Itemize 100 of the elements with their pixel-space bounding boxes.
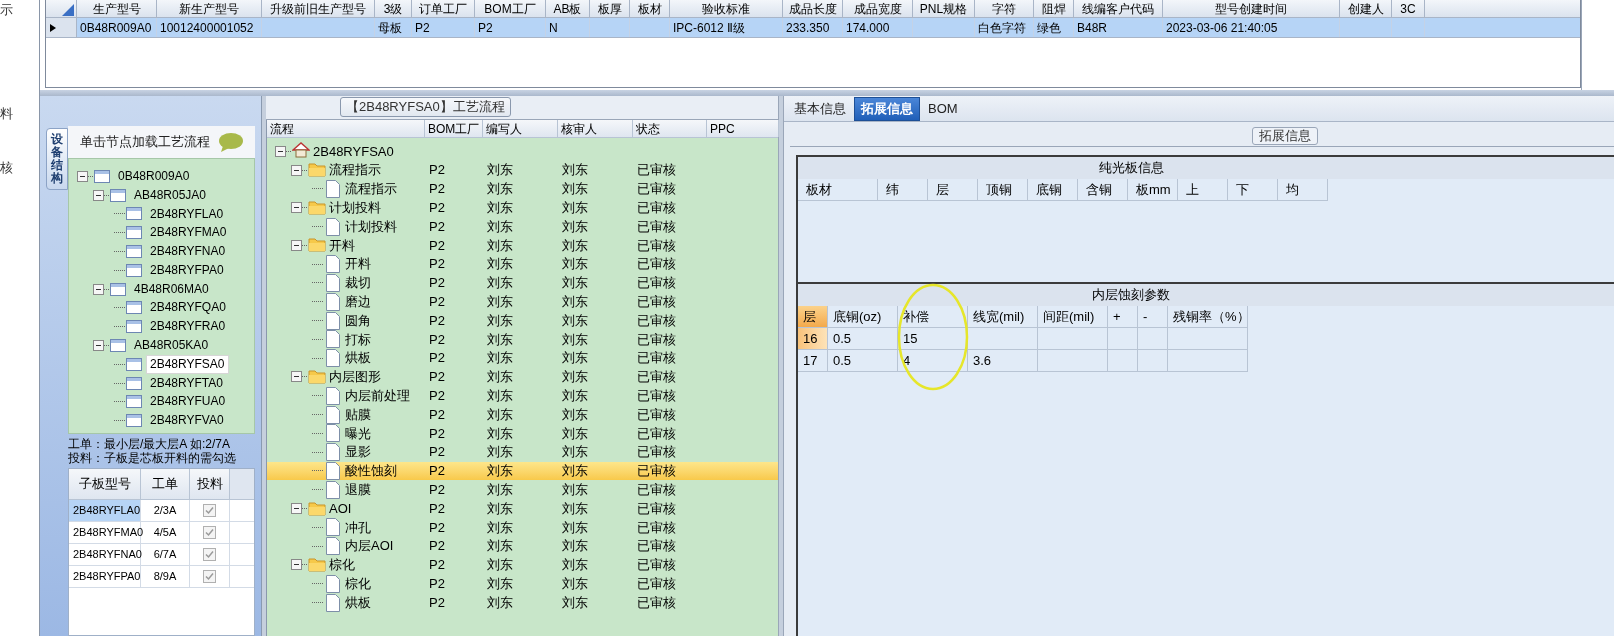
column-header[interactable]: 下 (1228, 179, 1278, 201)
column-header[interactable]: 成品宽度 (853, 0, 902, 17)
column-header[interactable]: 均 (1278, 179, 1328, 201)
column-header[interactable]: 工单 (141, 469, 190, 499)
column-header[interactable]: 板mm (1128, 179, 1178, 201)
column-header[interactable]: 底铜(oz) (828, 306, 898, 328)
tree-node[interactable]: 2B48RYFSA0 (146, 354, 229, 374)
column-header[interactable]: BOM工厂 (425, 120, 483, 137)
column-header[interactable]: AB板 (553, 0, 582, 17)
flow-row[interactable]: 计划投料 P2 刘东 刘东 已审核 (267, 198, 778, 218)
column-header[interactable]: PNL规格 (919, 0, 968, 17)
column-header[interactable]: 含铜 (1078, 179, 1128, 201)
column-header[interactable]: 底铜 (1028, 179, 1078, 201)
tree-node[interactable]: 0B48R009A0 (114, 166, 194, 186)
column-header[interactable]: 核审人 (558, 120, 633, 137)
column-header[interactable]: 间距(mil) (1038, 306, 1108, 328)
column-header[interactable]: - (1138, 306, 1168, 328)
column-header[interactable]: 状态 (633, 120, 707, 137)
tree-node[interactable]: 2B48RYFLA0 (146, 204, 228, 224)
column-header[interactable]: 字符 (992, 0, 1016, 17)
collapse-icon[interactable] (291, 239, 302, 251)
flow-row[interactable]: 2B48RYFSA0 (267, 142, 778, 161)
checkbox[interactable] (203, 504, 216, 517)
flow-row[interactable]: 开料 P2 刘东 刘东 已审核 (267, 236, 778, 255)
column-header[interactable]: 顶铜 (978, 179, 1028, 201)
flow-row[interactable]: 退膜 P2 刘东 刘东 已审核 (267, 480, 778, 500)
flow-row[interactable]: 贴膜 P2 刘东 刘东 已审核 (267, 405, 778, 424)
tree-node[interactable]: 2B48RYFTA0 (146, 373, 227, 393)
menu-label[interactable]: 示 (0, 0, 39, 20)
tree-node[interactable]: 4B48R06MA0 (130, 279, 213, 299)
menu-label[interactable]: 核 (0, 158, 39, 178)
column-header[interactable]: 3级 (383, 0, 403, 17)
flow-row[interactable]: 酸性蚀刻 P2 刘东 刘东 已审核 (267, 461, 778, 481)
flow-row[interactable]: 烘板 P2 刘东 刘东 已审核 (267, 593, 778, 612)
flow-row[interactable]: 曝光 P2 刘东 刘东 已审核 (267, 423, 778, 443)
column-header[interactable]: 订单工厂 (419, 0, 467, 17)
column-header[interactable]: 编写人 (483, 120, 558, 137)
column-header[interactable]: BOM工厂 (484, 0, 536, 17)
flow-row[interactable]: 裁切 P2 刘东 刘东 已审核 (267, 273, 778, 293)
tree-node[interactable]: 2B48RYFUA0 (146, 392, 230, 412)
column-header[interactable]: 线编客户代码 (1082, 0, 1154, 17)
checkbox[interactable] (203, 548, 216, 561)
collapse-icon[interactable] (93, 340, 104, 352)
flow-row[interactable]: 内层AOI P2 刘东 刘东 已审核 (267, 536, 778, 556)
tree-node[interactable]: AB48R05KA0 (130, 336, 213, 356)
menu-label[interactable]: 料 (0, 104, 39, 124)
column-header[interactable]: 成品长度 (788, 0, 837, 17)
collapse-icon[interactable] (291, 202, 302, 214)
column-header[interactable]: 残铜率（%） (1168, 306, 1248, 328)
tab[interactable]: 基本信息 (788, 97, 852, 121)
flow-row[interactable]: 内层前处理 P2 刘东 刘东 已审核 (267, 386, 778, 406)
column-header[interactable]: + (1108, 306, 1138, 328)
tree-node[interactable]: 2B48RYFVA0 (146, 411, 228, 431)
collapse-icon[interactable] (275, 145, 286, 157)
collapse-icon[interactable] (291, 559, 302, 571)
side-tab[interactable]: 设备结构 (46, 128, 68, 190)
column-header[interactable]: 阻焊 (1041, 0, 1066, 17)
flow-row[interactable]: 流程指示 P2 刘东 刘东 已审核 (267, 160, 778, 180)
collapse-icon[interactable] (291, 371, 302, 383)
column-header[interactable]: 子板型号 (69, 469, 141, 499)
column-header[interactable]: 纬 (878, 179, 928, 201)
collapse-icon[interactable] (291, 503, 302, 515)
flow-row[interactable]: 烘板 P2 刘东 刘东 已审核 (267, 348, 778, 368)
column-header[interactable]: 上 (1178, 179, 1228, 201)
collapse-icon[interactable] (93, 283, 104, 295)
column-header[interactable]: 创建人 (1347, 0, 1384, 17)
flow-row[interactable]: 棕化 P2 刘东 刘东 已审核 (267, 555, 778, 575)
flow-row[interactable]: 内层图形 P2 刘东 刘东 已审核 (267, 367, 778, 387)
column-header[interactable]: 补偿 (898, 306, 968, 328)
column-header[interactable]: 验收标准 (702, 0, 750, 17)
tree-node[interactable]: 2B48RYFMA0 (146, 223, 231, 243)
column-header[interactable]: 流程 (267, 120, 425, 137)
flow-row[interactable]: 打标 P2 刘东 刘东 已审核 (267, 329, 778, 349)
column-header[interactable]: 线宽(mil) (968, 306, 1038, 328)
checkbox[interactable] (203, 526, 216, 539)
checkbox[interactable] (203, 570, 216, 583)
column-header[interactable]: 层 (798, 306, 828, 328)
collapse-icon[interactable] (93, 189, 104, 201)
column-header[interactable]: 生产型号 (92, 0, 141, 17)
flow-row[interactable]: AOI P2 刘东 刘东 已审核 (267, 499, 778, 518)
column-header[interactable]: 板材 (798, 179, 878, 201)
flow-row[interactable]: 磨边 P2 刘东 刘东 已审核 (267, 292, 778, 312)
tree-node[interactable]: 2B48RYFNA0 (146, 242, 230, 262)
tree-node[interactable]: 2B48RYFRA0 (146, 317, 230, 337)
flow-row[interactable]: 开料 P2 刘东 刘东 已审核 (267, 254, 778, 274)
column-header[interactable]: 型号创建时间 (1215, 0, 1287, 17)
column-header[interactable]: 新生产型号 (179, 0, 239, 17)
tree-node[interactable]: 2B48RYFPA0 (146, 260, 228, 280)
tree-node[interactable]: AB48R05JA0 (130, 185, 211, 205)
column-header[interactable]: 层 (928, 179, 978, 201)
flow-row[interactable]: 显影 P2 刘东 刘东 已审核 (267, 442, 778, 462)
flow-row[interactable]: 流程指示 P2 刘东 刘东 已审核 (267, 179, 778, 199)
column-header[interactable]: 板厚 (597, 0, 622, 17)
flow-row[interactable]: 棕化 P2 刘东 刘东 已审核 (267, 574, 778, 594)
tab[interactable]: BOM (922, 97, 964, 121)
column-header[interactable]: 板材 (637, 0, 662, 17)
tree-node[interactable]: 2B48RYFQA0 (146, 298, 230, 318)
flow-row[interactable]: 冲孔 P2 刘东 刘东 已审核 (267, 517, 778, 537)
flow-row[interactable]: 圆角 P2 刘东 刘东 已审核 (267, 311, 778, 330)
tab[interactable]: 拓展信息 (854, 97, 920, 121)
